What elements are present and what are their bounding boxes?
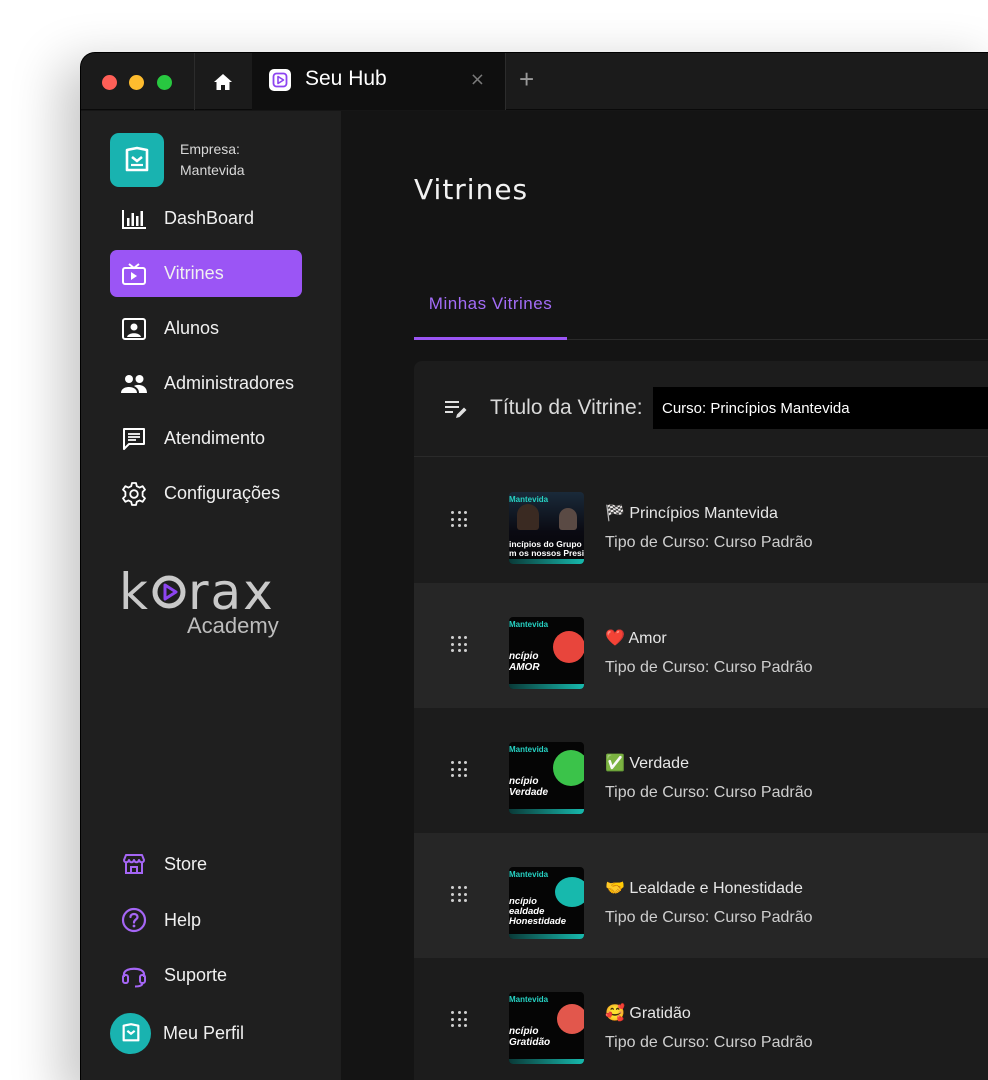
sidebar-item-label: Administradores xyxy=(164,373,295,393)
gear-icon xyxy=(118,481,150,507)
sidebar: Empresa: Mantevida DashBoard Vitrines Al… xyxy=(81,111,341,1080)
app-window: Seu Hub × + Empresa: Mantevida DashBoard xyxy=(81,53,988,1080)
tab-title: Seu Hub xyxy=(305,67,387,90)
sidebar-item-label: Alunos xyxy=(164,318,220,338)
maximize-window-button[interactable] xyxy=(157,75,172,90)
sidebar-item-label: DashBoard xyxy=(164,208,255,228)
sidebar-item-meu-perfil[interactable]: Meu Perfil xyxy=(110,1012,310,1054)
store-icon xyxy=(118,853,150,875)
vitrine-header: Título da Vitrine: xyxy=(414,361,988,457)
course-thumbnail: Mantevida incípios do Grupo m os nossos … xyxy=(509,492,584,564)
vitrine-title-label: Título da Vitrine: xyxy=(490,396,643,419)
presenter-silhouette xyxy=(559,508,577,530)
sidebar-item-label: Store xyxy=(164,853,208,874)
page-title: Vitrines xyxy=(414,173,529,206)
home-icon xyxy=(214,73,232,90)
drag-handle-icon[interactable] xyxy=(451,886,467,902)
presenter-silhouette xyxy=(517,504,539,530)
help-icon xyxy=(118,907,150,933)
sidebar-item-vitrines[interactable]: Vitrines xyxy=(110,250,302,297)
list-item[interactable]: Mantevida incípios do Grupo m os nossos … xyxy=(414,458,988,583)
sidebar-item-label: Suporte xyxy=(164,964,228,985)
company-logo-icon xyxy=(110,133,164,187)
course-title: 🏁 Princípios Mantevida xyxy=(605,505,778,522)
close-window-button[interactable] xyxy=(102,75,117,90)
chat-icon xyxy=(118,427,150,451)
drag-handle-icon[interactable] xyxy=(451,1011,467,1027)
heart-icon xyxy=(553,631,584,663)
divider xyxy=(505,53,506,110)
app-logo-icon xyxy=(269,69,291,91)
sidebar-item-store[interactable]: Store xyxy=(110,844,310,884)
headset-icon xyxy=(118,962,150,988)
edit-list-icon xyxy=(445,401,467,418)
play-logo-icon xyxy=(152,575,186,609)
list-item[interactable]: Mantevida ncípio ealdade Honestidade 🤝 L… xyxy=(414,833,988,958)
course-thumbnail: Mantevida ncípio AMOR xyxy=(509,617,584,689)
sidebar-item-label: Atendimento xyxy=(164,428,266,448)
new-tab-button[interactable]: + xyxy=(519,64,534,95)
vitrine-panel: Título da Vitrine: Mantevida incípios do… xyxy=(414,361,988,1080)
course-type: Tipo de Curso: Curso Padrão xyxy=(605,784,813,801)
sidebar-item-label: Meu Perfil xyxy=(163,1022,245,1043)
company-switcher[interactable]: Empresa: Mantevida xyxy=(110,133,245,187)
minimize-window-button[interactable] xyxy=(129,75,144,90)
course-title: 🤝 Lealdade e Honestidade xyxy=(605,880,803,897)
main-content: Vitrines Minhas Vitrines Título da Vitri… xyxy=(341,111,988,1080)
list-item[interactable]: Mantevida ncípio Gratidão 🥰 Gratidão Tip… xyxy=(414,958,988,1080)
sidebar-item-administradores[interactable]: Administradores xyxy=(110,360,302,407)
content-tabs: Minhas Vitrines xyxy=(414,271,988,340)
avatar xyxy=(110,1012,151,1054)
sidebar-item-label: Vitrines xyxy=(164,263,224,283)
company-name: Mantevida xyxy=(180,162,245,178)
course-thumbnail: Mantevida ncípio Verdade xyxy=(509,742,584,814)
drag-handle-icon[interactable] xyxy=(451,511,467,527)
course-type: Tipo de Curso: Curso Padrão xyxy=(605,909,813,926)
bar-chart-icon xyxy=(118,208,150,230)
sidebar-item-label: Help xyxy=(164,909,202,930)
student-icon xyxy=(118,317,150,341)
sidebar-item-configuracoes[interactable]: Configurações xyxy=(110,470,302,517)
drag-handle-icon[interactable] xyxy=(451,761,467,777)
vitrine-title-input[interactable] xyxy=(653,387,988,429)
course-type: Tipo de Curso: Curso Padrão xyxy=(605,1034,813,1051)
tab-minhas-vitrines[interactable]: Minhas Vitrines xyxy=(414,271,567,340)
list-item[interactable]: Mantevida ncípio Verdade ✅ Verdade Tipo … xyxy=(414,708,988,833)
course-title: 🥰 Gratidão xyxy=(605,1005,691,1022)
tv-icon xyxy=(118,262,150,286)
list-item[interactable]: Mantevida ncípio AMOR ❤️ Amor Tipo de Cu… xyxy=(414,583,988,708)
course-thumbnail: Mantevida ncípio ealdade Honestidade xyxy=(509,867,584,939)
sidebar-item-help[interactable]: Help xyxy=(110,900,310,940)
browser-tab[interactable]: Seu Hub × xyxy=(252,53,505,110)
sidebar-item-dashboard[interactable]: DashBoard xyxy=(110,195,302,242)
course-type: Tipo de Curso: Curso Padrão xyxy=(605,659,813,676)
title-bar: Seu Hub × + xyxy=(81,53,988,110)
course-type: Tipo de Curso: Curso Padrão xyxy=(605,534,813,551)
course-title: ✅ Verdade xyxy=(605,755,689,772)
sidebar-item-label: Configurações xyxy=(164,483,281,503)
sidebar-item-atendimento[interactable]: Atendimento xyxy=(110,415,302,462)
gift-icon xyxy=(557,1004,584,1034)
sidebar-item-suporte[interactable]: Suporte xyxy=(110,955,310,995)
sidebar-item-alunos[interactable]: Alunos xyxy=(110,305,302,352)
course-title: ❤️ Amor xyxy=(605,630,667,647)
close-tab-icon[interactable]: × xyxy=(470,69,485,90)
home-button[interactable] xyxy=(195,53,251,110)
drag-handle-icon[interactable] xyxy=(451,636,467,652)
people-icon xyxy=(118,374,150,394)
korax-academy-logo: k rax Academy xyxy=(119,563,279,638)
course-thumbnail: Mantevida ncípio Gratidão xyxy=(509,992,584,1064)
company-label: Empresa: xyxy=(180,141,240,157)
check-icon xyxy=(553,750,584,786)
